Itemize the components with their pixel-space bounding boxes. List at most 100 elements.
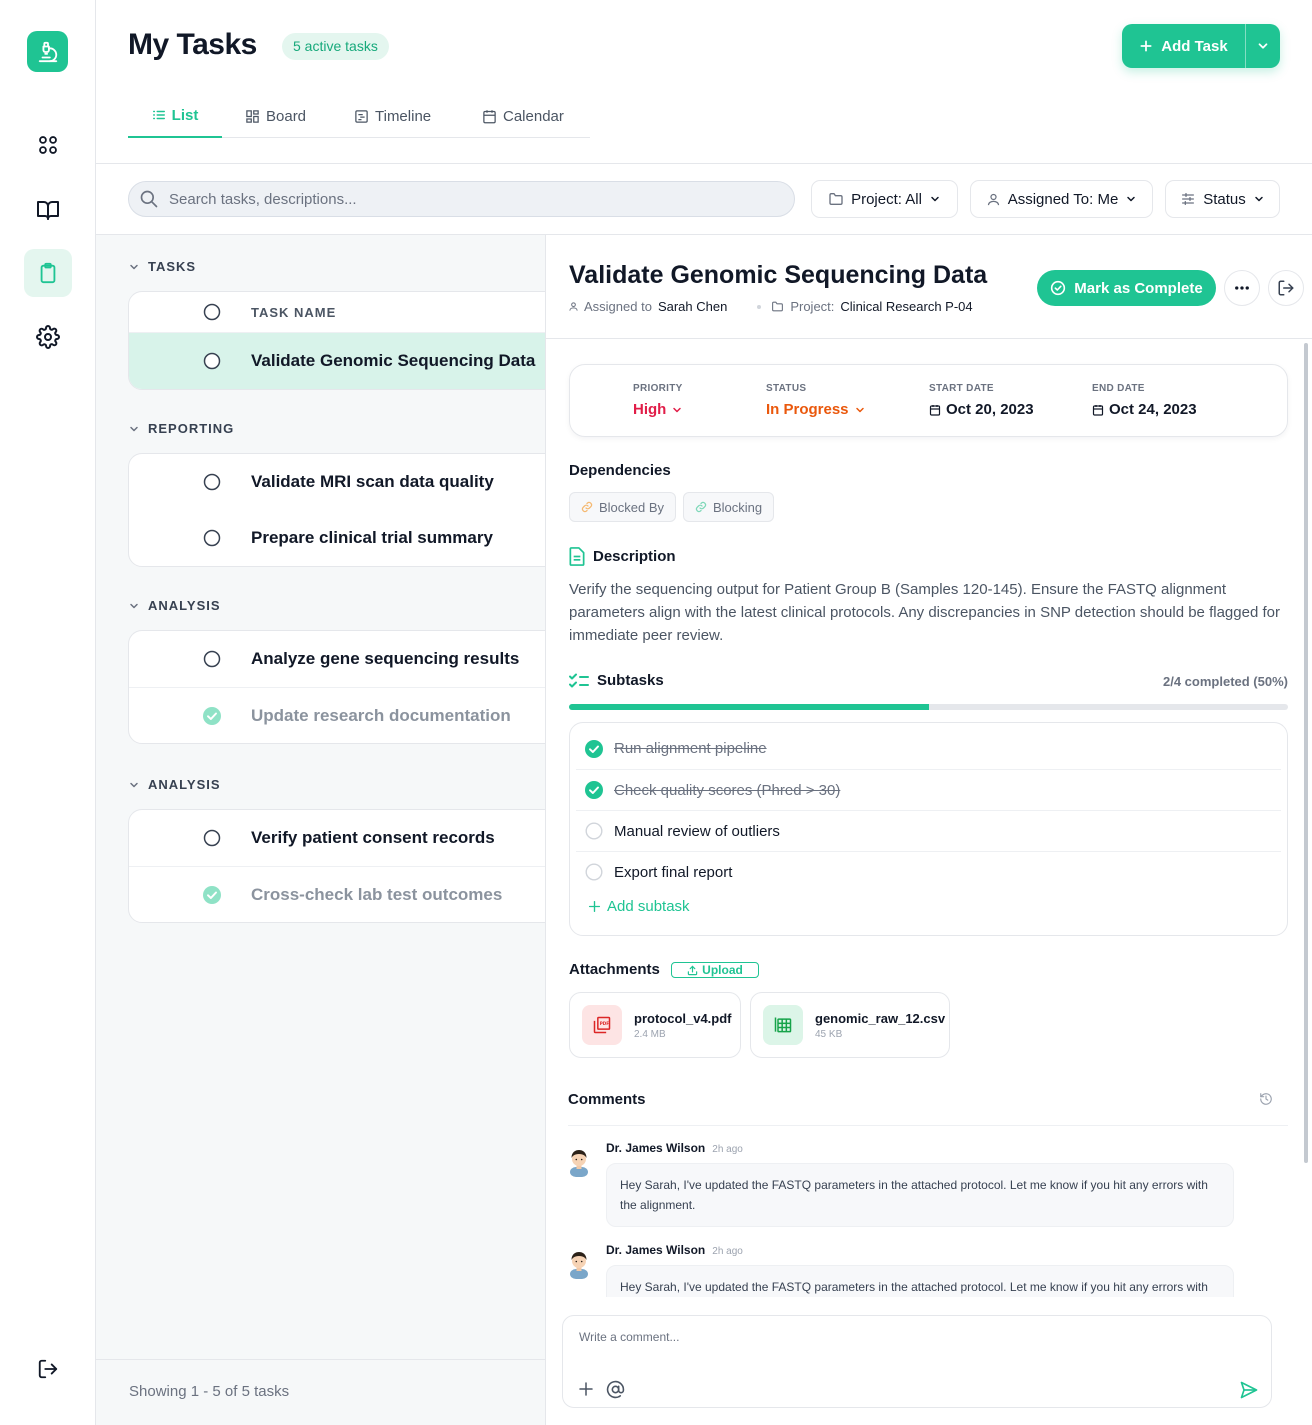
send-icon[interactable] [1239, 1380, 1259, 1400]
comments-title: Comments [568, 1091, 646, 1108]
task-checkbox[interactable] [203, 352, 221, 370]
start-date-picker[interactable]: Oct 20, 2023 [929, 401, 1034, 418]
nav-settings[interactable] [24, 313, 72, 361]
dependencies-title: Dependencies [569, 462, 671, 479]
timeline-icon [354, 109, 369, 124]
blocked-by-button[interactable]: Blocked By [569, 492, 677, 522]
exit-icon [1277, 279, 1295, 297]
group-header-analysis[interactable]: ANALYSIS [128, 777, 221, 792]
calendar-icon [482, 109, 497, 124]
group-header-reporting[interactable]: REPORTING [128, 421, 234, 436]
task-name: Verify patient consent records [251, 828, 495, 847]
assignee-name[interactable]: Sarah Chen [658, 299, 727, 314]
page-title: My Tasks [128, 28, 257, 61]
comment-author: Dr. James Wilson 2h ago [606, 1141, 743, 1155]
mark-complete-button[interactable]: Mark as Complete [1037, 270, 1216, 306]
app-logo[interactable] [27, 31, 68, 72]
attachment-item[interactable]: genomic_raw_12.csv 45 KB [750, 992, 950, 1058]
pagination-summary: Showing 1 - 5 of 5 tasks [129, 1383, 290, 1400]
assigned-filter[interactable]: Assigned To: Me [970, 180, 1153, 218]
subtask-checkbox[interactable] [585, 863, 603, 881]
chevron-down-icon [929, 193, 941, 205]
user-icon [568, 301, 579, 312]
task-row[interactable]: Cross-check lab test outcomes [129, 866, 545, 922]
task-checkbox[interactable] [203, 473, 221, 491]
task-name: Prepare clinical trial summary [251, 528, 493, 547]
upload-button[interactable]: Upload [671, 962, 759, 978]
subtask-item[interactable]: Export final report [576, 851, 1281, 892]
task-checkbox-checked[interactable] [203, 706, 221, 725]
task-row[interactable]: Prepare clinical trial summary [129, 510, 545, 566]
task-name: Update research documentation [251, 705, 511, 725]
mention-icon[interactable] [606, 1380, 625, 1399]
chevron-down-icon [671, 404, 683, 416]
status-filter[interactable]: Status [1165, 180, 1280, 218]
search-input[interactable] [169, 190, 769, 208]
attachment-item[interactable]: PDF protocol_v4.pdf 2.4 MB [569, 992, 741, 1058]
header: My Tasks 5 active tasks Add Task List Bo… [96, 0, 1312, 164]
gear-icon [36, 325, 60, 349]
add-task-label: Add Task [1161, 37, 1228, 55]
detail-meta: Assigned to Sarah Chen Project: Clinical… [568, 299, 973, 314]
calendar-icon [1092, 404, 1104, 416]
task-table-header: TASK NAME [129, 292, 545, 332]
task-row[interactable]: Analyze gene sequencing results [129, 631, 545, 687]
group-header-analysis[interactable]: ANALYSIS [128, 598, 221, 613]
group-header-tasks[interactable]: TASKS [128, 259, 196, 274]
start-date-field: START DATE Oct 20, 2023 [929, 383, 1034, 418]
status-select[interactable]: In Progress [766, 401, 866, 418]
tab-calendar[interactable]: Calendar [482, 94, 564, 138]
subtask-item[interactable]: Check quality scores (Phred > 30) [576, 769, 1281, 810]
more-options-button[interactable] [1224, 270, 1260, 306]
subtask-checkbox-checked[interactable] [585, 739, 603, 758]
comment-input[interactable] [579, 1330, 1179, 1344]
nav-tasks[interactable] [24, 249, 72, 297]
add-subtask-button[interactable]: Add subtask [588, 898, 690, 915]
attachment-name: protocol_v4.pdf [634, 1010, 732, 1026]
spreadsheet-icon [763, 1005, 803, 1045]
book-icon [36, 198, 60, 222]
tab-board[interactable]: Board [245, 94, 306, 138]
detail-scrollbar[interactable] [1304, 343, 1308, 1163]
column-header-task-name: TASK NAME [251, 304, 337, 320]
add-task-button[interactable]: Add Task [1122, 24, 1246, 68]
nav-dashboard[interactable] [24, 121, 72, 169]
sliders-icon [1180, 191, 1196, 207]
separator-dot [757, 304, 762, 309]
task-checkbox-checked[interactable] [203, 885, 221, 904]
add-task-menu-button[interactable] [1246, 24, 1280, 68]
tab-timeline[interactable]: Timeline [354, 94, 431, 138]
subtask-checkbox-checked[interactable] [585, 781, 603, 799]
chevron-down-icon [1256, 39, 1270, 53]
project-filter[interactable]: Project: All [811, 180, 958, 218]
select-all-checkbox[interactable] [203, 303, 221, 321]
attachments-title: Attachments [569, 961, 660, 978]
priority-select[interactable]: High [633, 401, 683, 418]
calendar-icon [929, 404, 941, 416]
grid-icon [37, 134, 59, 156]
chevron-down-icon [128, 600, 140, 612]
task-group-card: Analyze gene sequencing results Update r… [128, 630, 545, 744]
project-name[interactable]: Clinical Research P-04 [840, 299, 972, 314]
task-checkbox[interactable] [203, 529, 221, 547]
task-row[interactable]: Validate Genomic Sequencing Data [129, 332, 545, 389]
subtask-item[interactable]: Manual review of outliers [576, 810, 1281, 851]
history-icon[interactable] [1259, 1092, 1273, 1106]
task-row[interactable]: Verify patient consent records [129, 810, 545, 866]
task-row[interactable]: Validate MRI scan data quality [129, 454, 545, 510]
description-title: Description [569, 547, 676, 566]
plus-icon[interactable] [577, 1380, 595, 1398]
subtask-progress-fill [569, 704, 929, 710]
svg-text:PDF: PDF [600, 1021, 609, 1026]
subtask-item[interactable]: Run alignment pipeline [576, 728, 1281, 769]
task-checkbox[interactable] [203, 650, 221, 668]
tab-list[interactable]: List [128, 94, 222, 138]
close-panel-button[interactable] [1268, 270, 1304, 306]
nav-library[interactable] [24, 186, 72, 234]
logout-button[interactable] [24, 1345, 72, 1393]
end-date-picker[interactable]: Oct 24, 2023 [1092, 401, 1197, 418]
task-checkbox[interactable] [203, 829, 221, 847]
subtask-checkbox[interactable] [585, 822, 603, 840]
blocking-button[interactable]: Blocking [683, 492, 775, 522]
task-row[interactable]: Update research documentation [129, 687, 545, 743]
